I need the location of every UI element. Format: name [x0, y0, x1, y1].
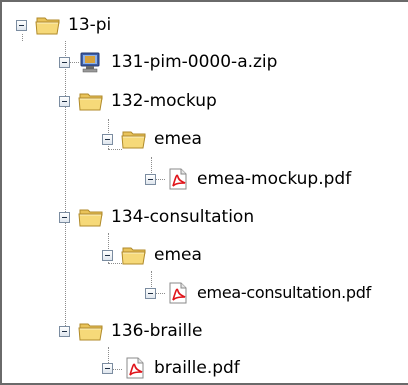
- tree-item-136-braille[interactable]: 136-braille: [59, 318, 202, 344]
- tree-item-label: emea-consultation.pdf: [197, 283, 371, 302]
- tree-connector: [65, 41, 66, 328]
- tree-item-label: 134-consultation: [111, 207, 255, 227]
- pdf-file-icon: [164, 282, 190, 304]
- folder-icon: [78, 206, 104, 228]
- collapse-toggle[interactable]: [102, 249, 113, 261]
- tree-item-emea[interactable]: emea: [102, 242, 202, 268]
- tree-item-label: 132-mockup: [111, 91, 217, 111]
- tree-item-label: emea-mockup.pdf: [197, 169, 352, 189]
- pdf-file-icon: [164, 168, 190, 190]
- tree-item-emea-mockup-pdf[interactable]: emea-mockup.pdf: [145, 166, 351, 192]
- folder-icon: [121, 244, 147, 266]
- folder-icon: [35, 14, 61, 36]
- tree-item-braille-pdf[interactable]: braille.pdf: [102, 355, 240, 381]
- tree-item-label: 131-pim-0000-a.zip: [111, 52, 278, 72]
- tree-item-label: braille.pdf: [154, 358, 240, 378]
- collapse-toggle[interactable]: [145, 287, 156, 299]
- tree-item-134-consultation[interactable]: 134-consultation: [59, 204, 254, 230]
- pdf-file-icon: [121, 357, 147, 379]
- collapse-toggle[interactable]: [59, 325, 70, 337]
- tree-item-emea[interactable]: emea: [102, 126, 202, 152]
- tree-item-131-pim-0000-a-zip[interactable]: 131-pim-0000-a.zip: [59, 49, 277, 75]
- collapse-toggle[interactable]: [102, 133, 113, 145]
- collapse-toggle[interactable]: [102, 362, 113, 374]
- tree-item-emea-consultation-pdf[interactable]: emea-consultation.pdf: [145, 280, 371, 306]
- tree-item-label: emea: [154, 129, 202, 149]
- folder-tree: 13-pi 131-pim-0000-a.zip 132-mockup emea…: [0, 0, 408, 385]
- folder-icon: [78, 320, 104, 342]
- tree-item-label: 136-braille: [111, 321, 203, 341]
- collapse-toggle[interactable]: [145, 173, 156, 185]
- collapse-toggle[interactable]: [16, 19, 27, 31]
- tree-item-132-mockup[interactable]: 132-mockup: [59, 88, 217, 114]
- collapse-toggle[interactable]: [59, 56, 70, 68]
- tree-item-label: emea: [154, 245, 202, 265]
- collapse-toggle[interactable]: [59, 211, 70, 223]
- collapse-toggle[interactable]: [59, 95, 70, 107]
- zip-archive-icon: [78, 51, 104, 73]
- tree-item-13-pi[interactable]: 13-pi: [16, 12, 111, 38]
- folder-icon: [78, 90, 104, 112]
- folder-icon: [121, 128, 147, 150]
- tree-item-label: 13-pi: [68, 15, 112, 35]
